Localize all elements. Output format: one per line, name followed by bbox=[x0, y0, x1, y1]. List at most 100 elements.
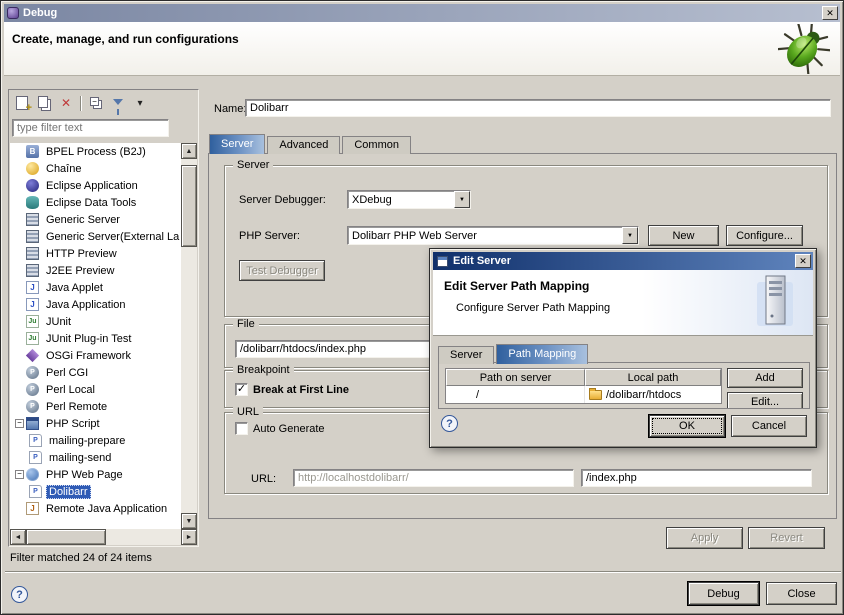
name-input[interactable] bbox=[245, 99, 831, 117]
tree-item-http-preview[interactable]: HTTP Preview bbox=[10, 245, 181, 262]
tree-item-java-applet[interactable]: Java Applet bbox=[10, 279, 181, 296]
table-row[interactable]: / /dolibarr/htdocs bbox=[446, 386, 721, 403]
dialog-help-button[interactable] bbox=[441, 415, 458, 432]
add-mapping-button[interactable]: Add bbox=[727, 368, 803, 388]
column-header-local-path[interactable]: Local path bbox=[585, 369, 721, 386]
tree-item-perl-remote[interactable]: Perl Remote bbox=[10, 398, 181, 415]
tree-item-label: Remote Java Application bbox=[43, 502, 170, 516]
tree-item-label: OSGi Framework bbox=[43, 349, 134, 363]
test-debugger-button[interactable]: Test Debugger bbox=[239, 260, 325, 281]
collapse-expander-icon[interactable] bbox=[15, 470, 24, 479]
php-server-select[interactable]: Dolibarr PHP Web Server bbox=[347, 226, 639, 245]
scroll-left-icon[interactable]: ◄ bbox=[10, 529, 26, 545]
tree-vertical-scrollbar[interactable]: ▲ ▼ bbox=[181, 143, 197, 529]
http-preview-icon bbox=[26, 247, 39, 260]
eclipse-application-icon bbox=[26, 179, 39, 192]
tree-item-php-script[interactable]: PHP Script bbox=[10, 415, 181, 432]
new-server-button[interactable]: New bbox=[648, 225, 719, 246]
php-file-icon bbox=[29, 485, 42, 498]
tree-item-j2ee-preview[interactable]: J2EE Preview bbox=[10, 262, 181, 279]
tree-horizontal-scrollbar[interactable]: ◄ ► bbox=[10, 529, 197, 545]
tree-item-mailing-prepare[interactable]: mailing-prepare bbox=[10, 432, 181, 449]
apply-button[interactable]: Apply bbox=[666, 527, 743, 549]
tree-item-eclipse-application[interactable]: Eclipse Application bbox=[10, 177, 181, 194]
tree-item-generic-server[interactable]: Generic Server bbox=[10, 211, 181, 228]
new-config-button[interactable] bbox=[13, 94, 31, 112]
close-button[interactable]: Close bbox=[766, 582, 837, 605]
column-header-path-on-server[interactable]: Path on server bbox=[446, 369, 585, 386]
collapse-all-icon bbox=[90, 97, 99, 106]
url-path-input[interactable] bbox=[581, 469, 812, 487]
dialog-subheading: Configure Server Path Mapping bbox=[456, 302, 610, 314]
tree-item-label: Perl CGI bbox=[43, 366, 91, 380]
tree-item-osgi-framework[interactable]: OSGi Framework bbox=[10, 347, 181, 364]
auto-generate-label: Auto Generate bbox=[253, 423, 325, 435]
generic-server-icon bbox=[26, 213, 39, 226]
help-button[interactable] bbox=[11, 586, 28, 603]
tree-item-dolibarr[interactable]: Dolibarr bbox=[10, 483, 181, 500]
tree-item-java-application[interactable]: Java Application bbox=[10, 296, 181, 313]
server-debugger-label: Server Debugger: bbox=[239, 194, 326, 206]
auto-generate-checkbox[interactable] bbox=[235, 422, 248, 435]
tab-advanced[interactable]: Advanced bbox=[267, 136, 340, 154]
tree-item-remote-java-application[interactable]: Remote Java Application bbox=[10, 500, 181, 517]
debug-button[interactable]: Debug bbox=[688, 582, 759, 605]
collapse-all-button[interactable] bbox=[87, 94, 105, 112]
osgi-framework-icon bbox=[26, 349, 39, 362]
tree-item-perl-cgi[interactable]: Perl CGI bbox=[10, 364, 181, 381]
delete-config-icon bbox=[61, 96, 71, 110]
tree-item-mailing-send[interactable]: mailing-send bbox=[10, 449, 181, 466]
tab-server[interactable]: Server bbox=[209, 134, 265, 154]
window-titlebar[interactable]: Debug bbox=[4, 4, 840, 22]
toolbar-menu-button[interactable] bbox=[131, 94, 149, 112]
revert-button[interactable]: Revert bbox=[748, 527, 825, 549]
filter-configs-icon bbox=[113, 99, 123, 105]
php-file-icon bbox=[29, 434, 42, 447]
scroll-up-icon[interactable]: ▲ bbox=[181, 143, 197, 159]
tree-item-bpel-process[interactable]: BPEL Process (B2J) bbox=[10, 143, 181, 160]
perl-icon bbox=[26, 383, 39, 396]
filter-input[interactable] bbox=[12, 119, 169, 137]
tree-item-chaine[interactable]: Chaîne bbox=[10, 160, 181, 177]
cancel-button[interactable]: Cancel bbox=[731, 415, 807, 437]
chevron-down-icon bbox=[454, 191, 470, 208]
break-at-first-line-checkbox[interactable] bbox=[235, 383, 248, 396]
tree-item-eclipse-data-tools[interactable]: Eclipse Data Tools bbox=[10, 194, 181, 211]
tree-item-label: Generic Server(External La bbox=[43, 230, 181, 244]
scroll-right-icon[interactable]: ► bbox=[181, 529, 197, 545]
dialog-tab-server[interactable]: Server bbox=[438, 346, 494, 364]
filter-configs-button[interactable] bbox=[109, 94, 127, 112]
tree-item-junit-plugin-test[interactable]: JUnit Plug-in Test bbox=[10, 330, 181, 347]
vertical-scroll-thumb[interactable] bbox=[181, 165, 197, 247]
local-path-text: /dolibarr/htdocs bbox=[606, 389, 681, 401]
ok-button[interactable]: OK bbox=[649, 415, 725, 437]
local-path-cell: /dolibarr/htdocs bbox=[585, 389, 721, 401]
php-server-value: Dolibarr PHP Web Server bbox=[352, 230, 477, 242]
dialog-close-button[interactable] bbox=[795, 254, 811, 268]
edit-server-dialog: Edit Server Edit Server Path Mapping Con… bbox=[429, 248, 817, 448]
new-config-icon bbox=[16, 96, 28, 110]
base-url-input[interactable] bbox=[293, 469, 574, 487]
tab-common[interactable]: Common bbox=[342, 136, 411, 154]
java-applet-icon bbox=[26, 281, 39, 294]
config-tab-bar: Server Advanced Common bbox=[209, 134, 413, 154]
tree-item-generic-server-external[interactable]: Generic Server(External La bbox=[10, 228, 181, 245]
tree-item-php-web-page[interactable]: PHP Web Page bbox=[10, 466, 181, 483]
tree-item-label: BPEL Process (B2J) bbox=[43, 145, 149, 159]
dialog-titlebar[interactable]: Edit Server bbox=[433, 252, 813, 270]
scroll-down-icon[interactable]: ▼ bbox=[181, 513, 197, 529]
collapse-expander-icon[interactable] bbox=[15, 419, 24, 428]
java-application-icon bbox=[26, 298, 39, 311]
duplicate-config-button[interactable] bbox=[35, 94, 53, 112]
server-debugger-select[interactable]: XDebug bbox=[347, 190, 471, 209]
window-close-button[interactable] bbox=[822, 6, 838, 20]
junit-icon bbox=[26, 315, 39, 328]
horizontal-scroll-thumb[interactable] bbox=[26, 529, 106, 545]
edit-mapping-button[interactable]: Edit... bbox=[727, 392, 803, 409]
delete-config-button[interactable] bbox=[57, 94, 75, 112]
configure-server-button[interactable]: Configure... bbox=[726, 225, 803, 246]
dialog-tab-path-mapping[interactable]: Path Mapping bbox=[496, 344, 588, 364]
tree-item-junit[interactable]: JUnit bbox=[10, 313, 181, 330]
dialog-title: Edit Server bbox=[453, 255, 511, 267]
tree-item-perl-local[interactable]: Perl Local bbox=[10, 381, 181, 398]
